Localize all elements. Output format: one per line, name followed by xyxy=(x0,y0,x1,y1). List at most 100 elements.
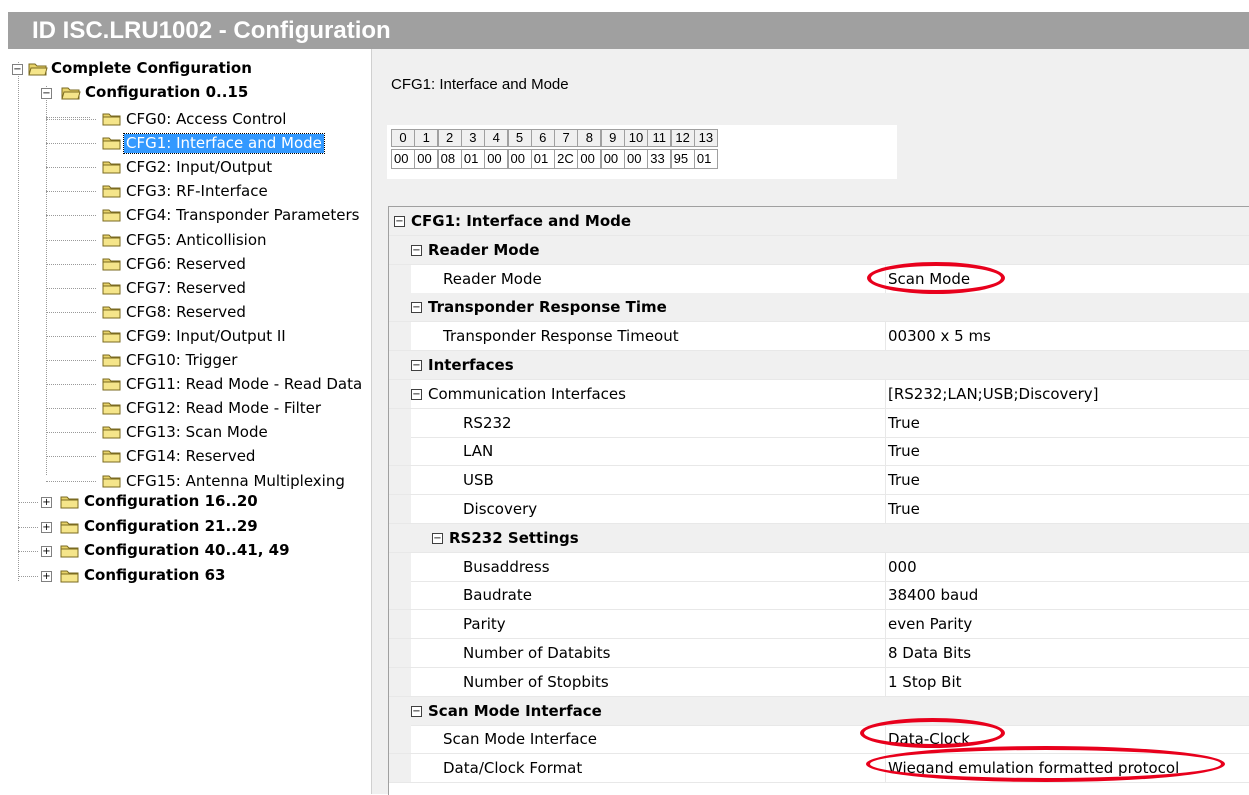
grid-gutter xyxy=(389,322,411,351)
grid-property-row[interactable]: Discovery True xyxy=(389,495,1249,524)
collapse-icon[interactable]: − xyxy=(12,64,23,75)
hex-value-cell[interactable]: 00 xyxy=(577,149,602,169)
hex-value-cell[interactable]: 01 xyxy=(693,149,718,169)
tree-item-label: CFG11: Read Mode - Read Data xyxy=(126,375,363,394)
grid-property-row[interactable]: USB True xyxy=(389,466,1249,496)
folder-icon xyxy=(102,354,121,367)
property-grid[interactable]: − CFG1: Interface and Mode − Reader Mode Rea… xyxy=(388,206,1249,795)
grid-property-row[interactable]: Baudrate 38400 baud xyxy=(389,581,1249,611)
grid-property-row[interactable]: − Communication Interfaces [RS232;LAN;USB;… xyxy=(389,379,1249,409)
grid-category-row[interactable]: − RS232 Settings xyxy=(389,523,1249,553)
grid-property-row[interactable]: LAN True xyxy=(389,437,1249,467)
grid-property-name: Transponder Response Time xyxy=(428,298,667,317)
hex-index: 8 xyxy=(577,129,602,147)
grid-gutter xyxy=(389,696,411,725)
grid-property-name: Baudrate xyxy=(463,586,532,605)
grid-property-name: Scan Mode Interface xyxy=(443,730,598,749)
expand-icon[interactable]: + xyxy=(41,546,52,557)
grid-property-row[interactable]: Reader Mode Scan Mode xyxy=(389,264,1249,294)
hex-index: 0 xyxy=(391,129,415,147)
grid-property-value[interactable]: 38400 baud xyxy=(885,581,978,610)
grid-category-row[interactable]: − Scan Mode Interface xyxy=(389,696,1249,726)
grid-category-row[interactable]: − Transponder Response Time xyxy=(389,293,1249,323)
grid-property-value[interactable]: [RS232;LAN;USB;Discovery] xyxy=(885,379,1099,408)
collapse-icon[interactable]: − xyxy=(41,88,52,99)
collapse-icon[interactable]: − xyxy=(411,302,422,314)
grid-property-name: RS232 Settings xyxy=(449,528,579,547)
grid-property-row[interactable]: Number of Stopbits 1 Stop Bit xyxy=(389,667,1249,697)
grid-gutter xyxy=(389,495,411,523)
grid-property-row[interactable]: RS232 True xyxy=(389,408,1249,438)
grid-property-row[interactable]: Transponder Response Timeout 00300 x 5 ms xyxy=(389,322,1249,352)
tree-item-label: CFG14: Reserved xyxy=(126,447,256,466)
grid-category-row[interactable]: − Interfaces xyxy=(389,351,1249,380)
expand-icon[interactable]: + xyxy=(41,570,52,582)
grid-property-value[interactable]: 00300 x 5 ms xyxy=(885,322,991,351)
tree-line xyxy=(46,287,96,289)
folder-icon xyxy=(102,113,121,126)
collapse-icon[interactable]: − xyxy=(411,360,422,371)
folder-open-icon xyxy=(61,87,81,100)
grid-property-name: CFG1: Interface and Mode xyxy=(411,212,632,230)
expand-icon[interactable]: + xyxy=(41,521,52,533)
hex-value-cell[interactable]: 08 xyxy=(437,149,462,169)
collapse-icon[interactable]: − xyxy=(411,705,422,717)
grid-property-value[interactable]: 1 Stop Bit xyxy=(885,667,962,696)
window-title: ID ISC.LRU1002 - Configuration xyxy=(32,17,391,44)
hex-value-cell[interactable]: 95 xyxy=(670,149,695,169)
tree-group-label: Configuration 40..41, 49 xyxy=(84,541,290,559)
tree-line xyxy=(46,117,90,118)
folder-icon xyxy=(102,306,121,319)
grid-property-row[interactable]: Parity even Parity xyxy=(389,610,1249,640)
grid-category-row[interactable]: − Reader Mode xyxy=(389,235,1249,265)
grid-gutter xyxy=(389,351,411,379)
folder-icon xyxy=(60,570,79,582)
hex-index: 4 xyxy=(484,129,509,147)
grid-property-name: Number of Databits xyxy=(463,644,611,662)
tree-group-label: Configuration 63 xyxy=(84,565,226,584)
tree-item-label: CFG15: Antenna Multiplexing xyxy=(126,471,345,490)
highlight-ellipse-dc-format xyxy=(866,746,1225,782)
grid-property-value[interactable]: 8 Data Bits xyxy=(885,639,971,667)
hex-value-cell[interactable]: 00 xyxy=(484,149,509,169)
grid-property-value[interactable]: True xyxy=(885,437,920,466)
grid-property-value[interactable]: 000 xyxy=(885,552,917,581)
hex-index: 1 xyxy=(414,129,439,147)
tree-group-label: Configuration 16..20 xyxy=(84,492,258,510)
grid-property-name: RS232 xyxy=(463,413,512,432)
tree-line xyxy=(46,335,96,337)
grid-gutter xyxy=(389,639,411,667)
hex-value-cell[interactable]: 33 xyxy=(647,149,672,169)
hex-value-cell[interactable]: 01 xyxy=(530,149,555,169)
grid-property-value[interactable]: True xyxy=(885,466,920,495)
grid-gutter xyxy=(389,552,411,581)
tree-item-label: CFG13: Scan Mode xyxy=(126,423,268,442)
config-tree[interactable]: − Complete Configuration − Configuration… xyxy=(8,49,372,794)
grid-property-name: Discovery xyxy=(463,500,538,518)
tree-line xyxy=(46,215,96,217)
grid-property-value[interactable]: True xyxy=(885,408,920,437)
grid-property-value[interactable]: True xyxy=(885,495,920,523)
hex-value-cell[interactable]: 00 xyxy=(624,149,648,169)
grid-gutter xyxy=(389,437,411,466)
tree-item-label: CFG8: Reserved xyxy=(126,302,246,321)
expand-icon[interactable]: + xyxy=(41,497,52,508)
tree-line xyxy=(46,432,96,434)
tree-line xyxy=(18,62,19,581)
hex-value-cell[interactable]: 00 xyxy=(600,149,625,169)
hex-value-cell[interactable]: 00 xyxy=(391,149,415,169)
collapse-icon[interactable]: − xyxy=(411,388,422,400)
grid-property-row[interactable]: Number of Databits 8 Data Bits xyxy=(389,639,1249,668)
hex-value-cell[interactable]: 00 xyxy=(507,149,532,169)
grid-category-row[interactable]: − CFG1: Interface and Mode xyxy=(389,207,1249,236)
grid-property-row[interactable]: Busaddress 000 xyxy=(389,552,1249,582)
hex-value-cell[interactable]: 2C xyxy=(554,149,579,169)
hex-value-cell[interactable]: 00 xyxy=(414,149,439,169)
folder-icon xyxy=(102,234,121,246)
collapse-icon[interactable]: − xyxy=(394,216,405,227)
hex-value-cell[interactable]: 01 xyxy=(460,149,485,169)
grid-property-value[interactable]: even Parity xyxy=(885,610,972,639)
grid-property-name: Interfaces xyxy=(428,356,514,374)
collapse-icon[interactable]: − xyxy=(432,532,443,544)
collapse-icon[interactable]: − xyxy=(411,244,422,256)
